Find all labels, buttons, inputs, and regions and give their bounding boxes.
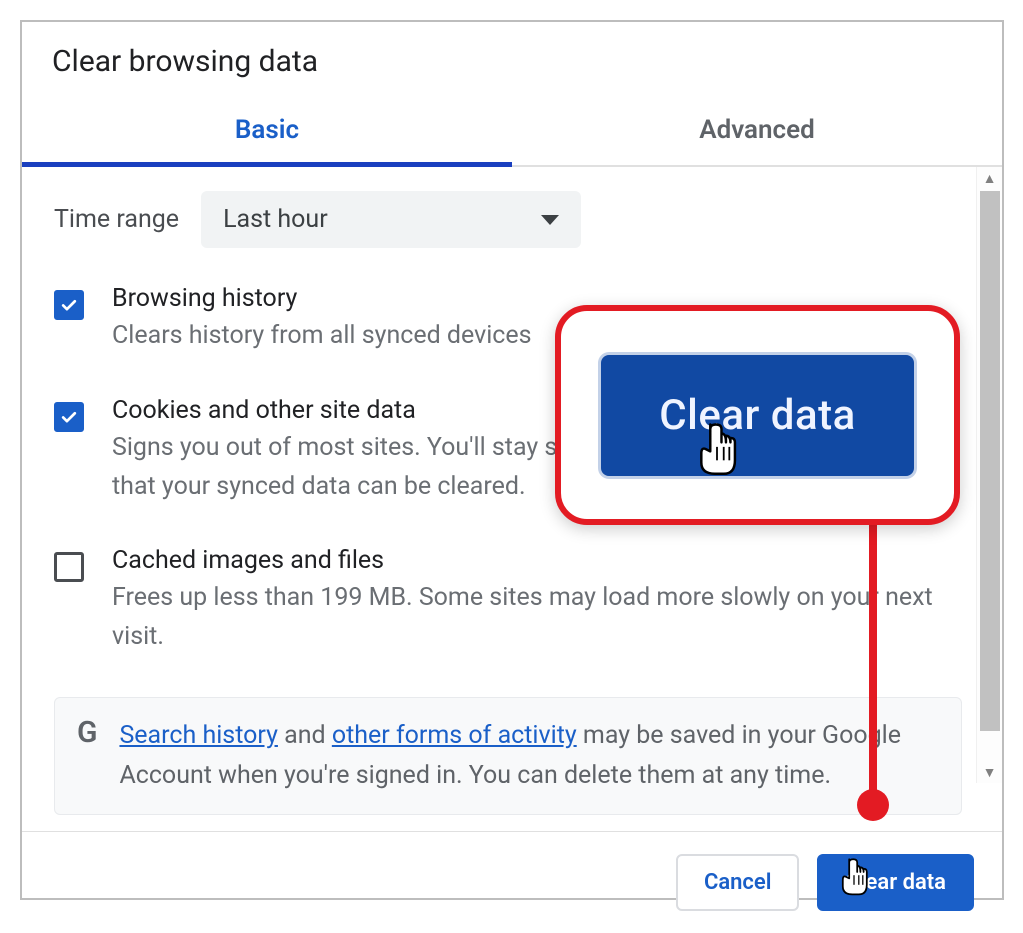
scroll-thumb[interactable] (980, 191, 1000, 731)
scroll-down-icon[interactable]: ▼ (977, 761, 1002, 783)
chevron-down-icon (541, 215, 559, 225)
link-search-history[interactable]: Search history (119, 721, 277, 750)
time-range-label: Time range (54, 205, 179, 234)
cancel-button[interactable]: Cancel (676, 854, 800, 911)
time-range-select[interactable]: Last hour (201, 191, 581, 248)
checkbox-cached[interactable] (54, 552, 84, 582)
google-icon: G (77, 718, 97, 748)
info-text-fragment: and (278, 721, 332, 750)
checkbox-cookies[interactable] (54, 402, 84, 432)
annotation-connector (869, 525, 877, 800)
checkbox-browsing-history[interactable] (54, 290, 84, 320)
time-range-value: Last hour (223, 205, 328, 234)
tab-basic[interactable]: Basic (22, 97, 512, 165)
tab-advanced[interactable]: Advanced (512, 97, 1002, 165)
link-other-activity[interactable]: other forms of activity (332, 721, 577, 750)
option-title: Cached images and files (112, 546, 962, 575)
annotation-callout: Clear data (555, 305, 960, 525)
google-account-info: G Search history and other forms of acti… (54, 697, 962, 815)
annotation-endpoint (857, 789, 889, 821)
option-row-cached: Cached images and files Frees up less th… (54, 546, 962, 657)
time-range-row: Time range Last hour (54, 191, 962, 248)
option-description: Frees up less than 199 MB. Some sites ma… (112, 579, 962, 657)
clear-data-button[interactable]: Clear data (817, 854, 974, 911)
callout-clear-data-button: Clear data (601, 355, 913, 476)
scroll-up-icon[interactable]: ▲ (977, 167, 1002, 189)
dialog-title: Clear browsing data (22, 22, 1002, 97)
tab-bar: Basic Advanced (22, 97, 1002, 167)
info-text: Search history and other forms of activi… (119, 716, 939, 796)
scrollbar-vertical[interactable]: ▲ ▼ (976, 167, 1002, 783)
dialog-footer: Cancel Clear data (22, 831, 1002, 933)
